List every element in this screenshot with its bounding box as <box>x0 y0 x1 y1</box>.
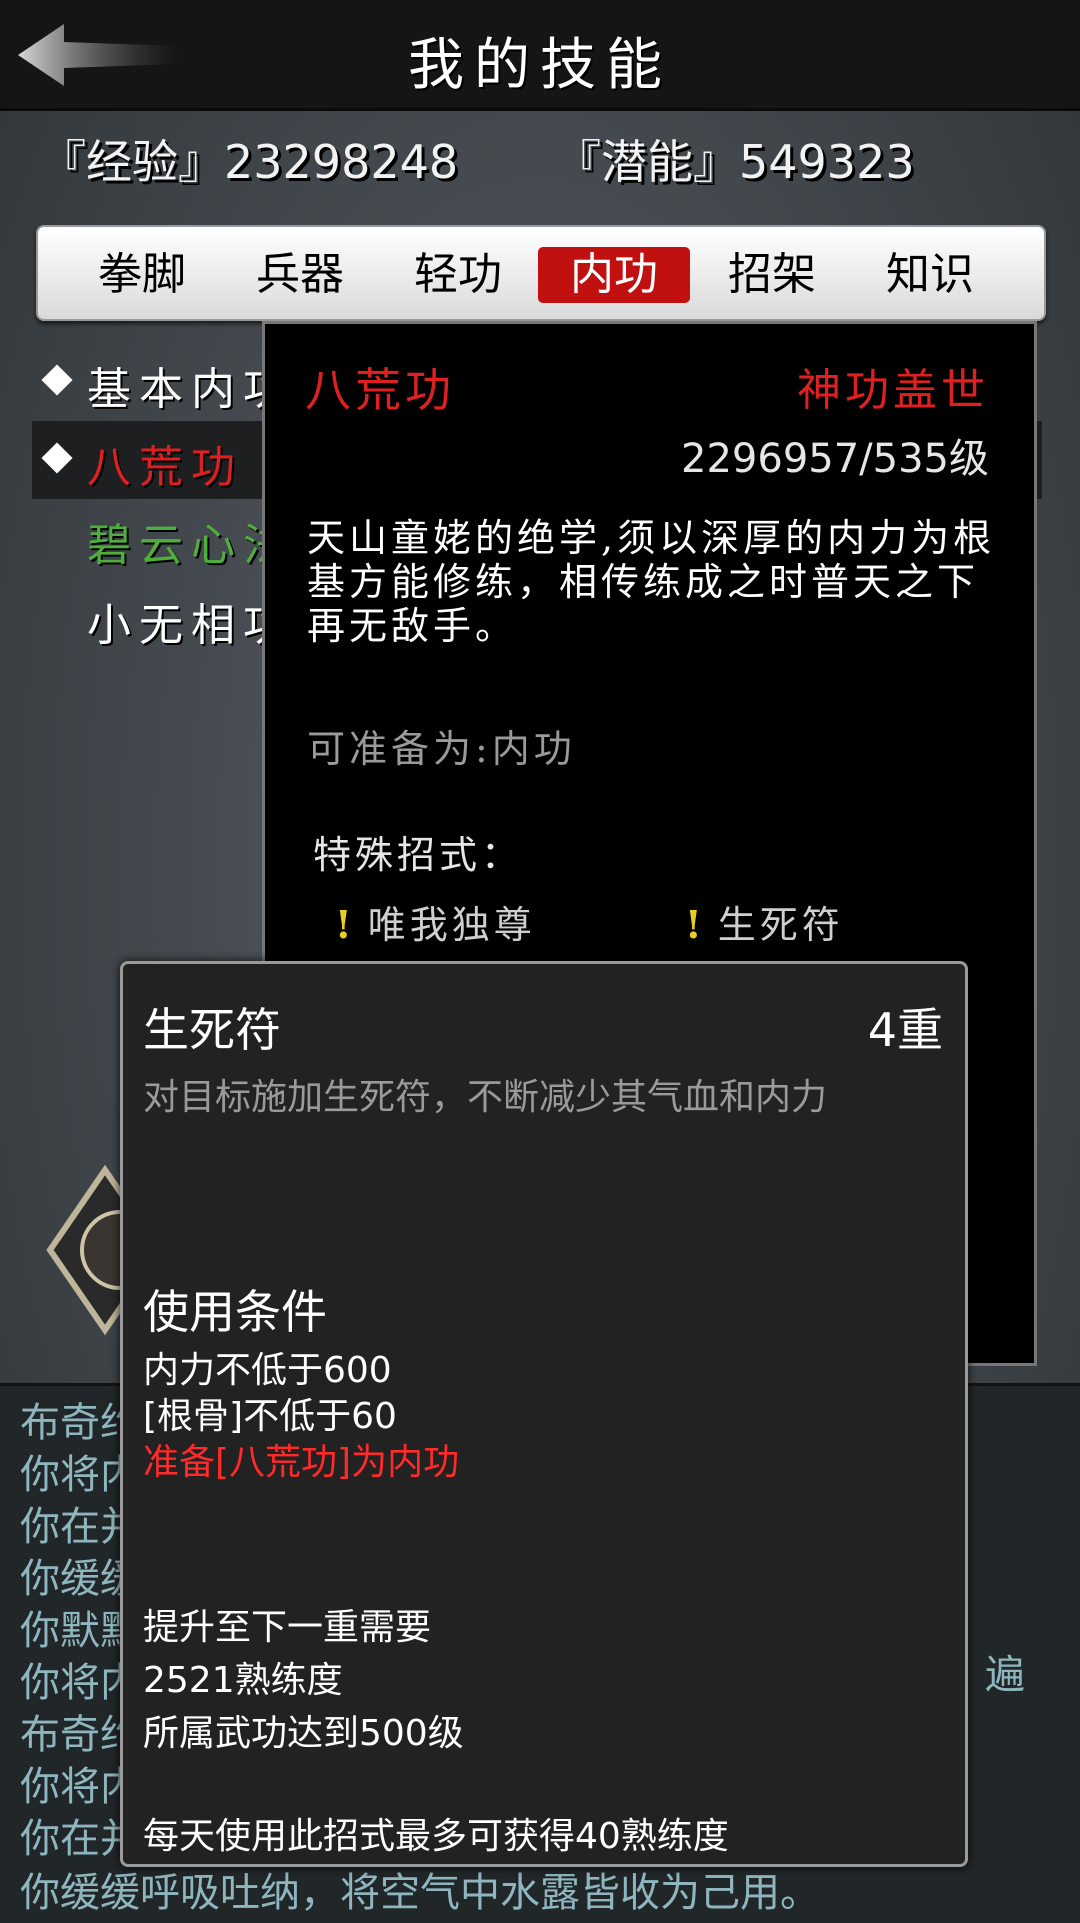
skill-name: 八荒功 <box>87 442 243 493</box>
tab-lightness[interactable]: 轻功 <box>382 247 534 303</box>
skill-rank: 神功盖世 <box>797 365 989 416</box>
skill-detail-name: 八荒功 <box>305 363 455 417</box>
condition-line: 内力不低于600 <box>143 1350 392 1391</box>
log-line: 你缓缓呼吸吐纳，将空气中水露皆收为己用。 <box>20 1870 820 1916</box>
upgrade-title: 提升至下一重需要 <box>143 1607 432 1648</box>
special-move-item[interactable]: ! 生死符 <box>685 894 844 949</box>
skill-progress: 2296957/535级 <box>681 436 989 482</box>
conditions-title: 使用条件 <box>143 1285 327 1339</box>
page-title: 我的技能 <box>408 33 672 98</box>
exclamation-icon: ! <box>335 902 356 947</box>
move-level: 4重 <box>867 1003 943 1057</box>
condition-line: [根骨]不低于60 <box>143 1396 397 1437</box>
tab-weapon[interactable]: 兵器 <box>224 247 376 303</box>
tab-parry[interactable]: 招架 <box>696 247 848 303</box>
tab-fist[interactable]: 拳脚 <box>66 247 218 303</box>
move-title: 生死符 <box>143 1003 281 1057</box>
move-info-popup: 生死符 4重 对目标施加生死符，不断减少其气血和内力 使用条件 内力不低于600… <box>120 961 968 1867</box>
diamond-icon <box>41 442 73 474</box>
special-moves-title: 特殊招式： <box>313 833 524 877</box>
upgrade-line: 2521熟练度 <box>143 1660 343 1701</box>
tab-knowledge[interactable]: 知识 <box>854 247 1006 303</box>
move-description: 对目标施加生死符，不断减少其气血和内力 <box>143 1077 828 1118</box>
log-side-text: 遍 <box>985 1652 1025 1698</box>
experience-stat: 『经验』23298248 <box>40 135 459 189</box>
special-move-name: 生死符 <box>717 903 844 947</box>
special-move-item[interactable]: ! 唯我独尊 <box>335 894 536 949</box>
top-bar: 我的技能 <box>0 0 1080 111</box>
upgrade-line: 所属武功达到500级 <box>143 1713 464 1754</box>
prepare-as-label: 可准备为:内功 <box>307 727 576 771</box>
tab-inner-power[interactable]: 内功 <box>538 247 690 303</box>
condition-line-unmet: 准备[八荒功]为内功 <box>143 1442 460 1483</box>
special-move-name: 唯我独尊 <box>367 903 536 947</box>
exclamation-icon: ! <box>685 902 706 947</box>
skill-description: 天山童姥的绝学,须以深厚的内力为根基方能修练，相传练成之时普天之下再无敌手。 <box>307 516 996 648</box>
diamond-icon <box>41 364 73 396</box>
daily-note: 每天使用此招式最多可获得40熟练度 <box>143 1816 729 1857</box>
potential-stat: 『潜能』549323 <box>555 135 915 189</box>
skill-category-tabs: 拳脚 兵器 轻功 内功 招架 知识 <box>36 225 1046 321</box>
